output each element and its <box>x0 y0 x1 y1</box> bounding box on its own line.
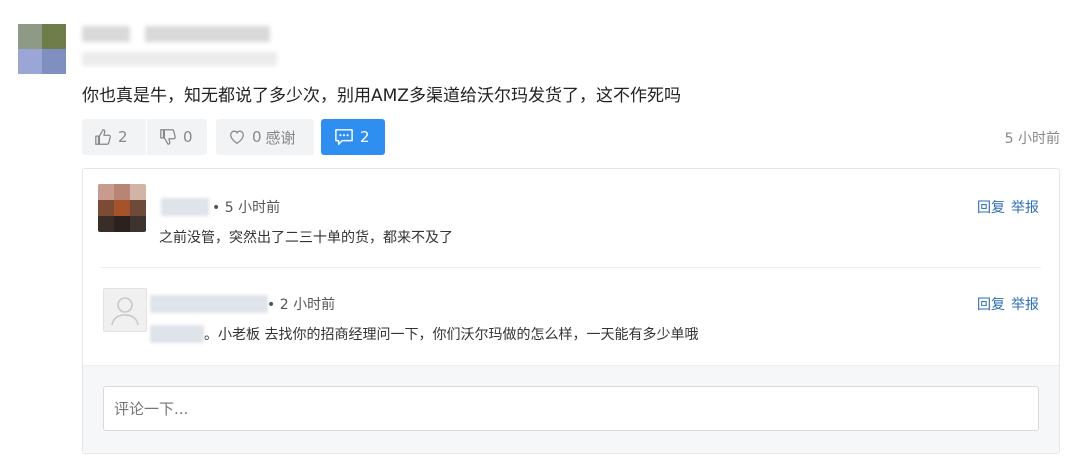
username-blurred <box>145 26 270 42</box>
comment-icon <box>334 128 354 146</box>
like-button[interactable]: 2 <box>82 119 146 155</box>
thumbs-up-icon <box>94 128 112 146</box>
username-blurred <box>150 295 268 313</box>
reply-button[interactable]: 回复 <box>977 294 1005 314</box>
thanks-label: 感谢 <box>265 128 296 147</box>
reply-text: 。小老板 去找你的招商经理问一下，你们沃尔玛做的怎么样，一天能有多少单哦 <box>204 327 699 343</box>
username-blurred <box>150 325 204 343</box>
report-button[interactable]: 举报 <box>1011 197 1039 217</box>
heart-icon <box>228 128 246 146</box>
reply-text: 之前没管，突然出了二三十单的货，都来不及了 <box>159 230 453 246</box>
reply-actions: 回复 举报 <box>977 197 1039 217</box>
dislike-count: 0 <box>183 128 193 146</box>
thumbs-down-icon <box>159 128 177 146</box>
default-user-icon <box>104 297 146 331</box>
avatar[interactable] <box>18 24 66 74</box>
reply-timestamp: • 2 小时前 <box>267 297 336 313</box>
username-blurred <box>82 26 130 42</box>
reply-actions: 回复 举报 <box>977 294 1039 314</box>
replies-count: 2 <box>360 128 370 146</box>
replies-panel: • 5 小时前 之前没管，突然出了二三十单的货，都来不及了 回复 举报 • 2 … <box>82 168 1060 454</box>
thanks-count: 0 <box>252 128 262 146</box>
thanks-button[interactable]: 0 感谢 <box>216 119 314 155</box>
report-button[interactable]: 举报 <box>1011 294 1039 314</box>
divider <box>101 267 1041 268</box>
like-count: 2 <box>118 128 128 146</box>
replies-toggle-button[interactable]: 2 <box>321 119 385 155</box>
avatar[interactable] <box>103 288 147 332</box>
username-blurred <box>161 198 209 216</box>
comment-text: 你也真是牛，知无都说了多少次，别用AMZ多渠道给沃尔玛发货了，这不作死吗 <box>82 86 681 106</box>
comment-input-area <box>83 365 1059 453</box>
avatar[interactable] <box>98 184 146 232</box>
comment-input[interactable] <box>103 386 1039 431</box>
comment-timestamp: 5 小时前 <box>1004 131 1060 147</box>
reply-button[interactable]: 回复 <box>977 197 1005 217</box>
user-meta-blurred <box>82 52 277 66</box>
reply-timestamp: • 5 小时前 <box>212 200 281 216</box>
dislike-button[interactable]: 0 <box>147 119 207 155</box>
